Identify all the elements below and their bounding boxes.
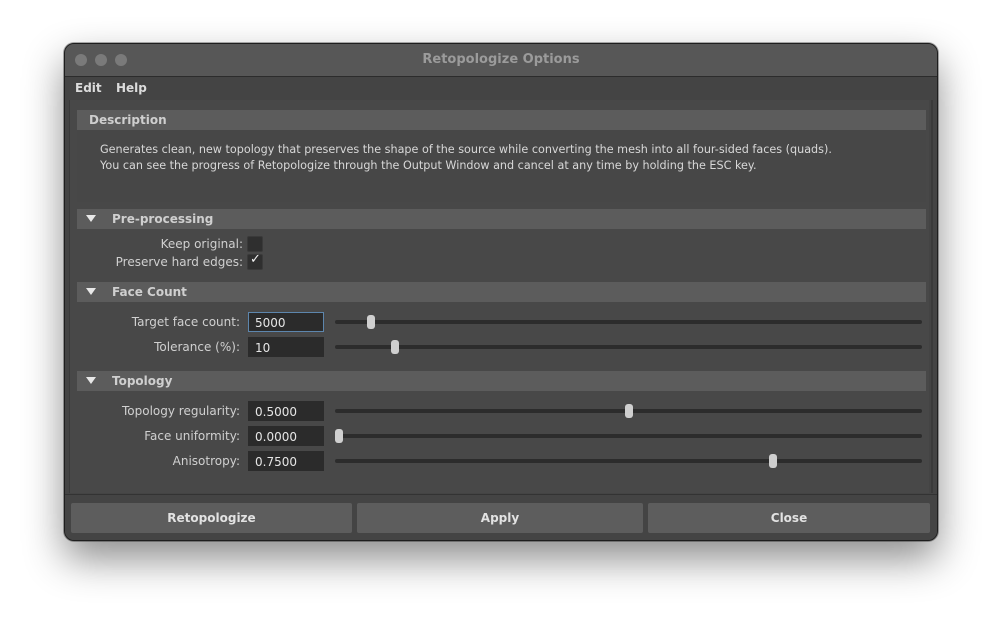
description-line-2: You can see the progress of Retopologize…: [100, 159, 757, 172]
topology-regularity-field[interactable]: 0.5000: [248, 401, 324, 421]
section-label: Face Count: [112, 285, 187, 299]
checkmark-icon: ✓: [250, 252, 261, 267]
topology-regularity-label: Topology regularity:: [121, 404, 240, 418]
close-button[interactable]: Close: [648, 503, 930, 533]
tolerance-field[interactable]: 10: [248, 337, 324, 357]
section-topology-header[interactable]: Topology: [77, 371, 926, 391]
face-uniformity-slider[interactable]: [335, 426, 922, 446]
slider-thumb[interactable]: [391, 340, 400, 354]
topology-regularity-slider[interactable]: [335, 401, 922, 421]
slider-thumb[interactable]: [769, 454, 778, 468]
slider-track: [335, 459, 922, 463]
face-uniformity-field[interactable]: 0.0000: [248, 426, 324, 446]
collapse-triangle-icon[interactable]: [86, 377, 96, 384]
slider-track: [335, 320, 922, 324]
face-uniformity-label: Face uniformity:: [144, 429, 240, 443]
options-panel: Description Generates clean, new topolog…: [69, 100, 929, 493]
section-label: Description: [89, 113, 167, 127]
collapse-triangle-icon[interactable]: [86, 215, 96, 222]
section-description-header: Description: [77, 110, 926, 130]
description-box: Generates clean, new topology that prese…: [77, 130, 926, 202]
tolerance-slider[interactable]: [335, 337, 922, 357]
apply-button[interactable]: Apply: [357, 503, 643, 533]
tolerance-label: Tolerance (%):: [154, 340, 240, 354]
anisotropy-field[interactable]: 0.7500: [248, 451, 324, 471]
section-preprocessing-header[interactable]: Pre-processing: [77, 209, 926, 229]
section-label: Pre-processing: [112, 212, 214, 226]
target-face-count-label: Target face count:: [131, 315, 240, 329]
preserve-hard-edges-label: Preserve hard edges:: [115, 255, 243, 269]
anisotropy-label: Anisotropy:: [172, 454, 240, 468]
menu-edit[interactable]: Edit: [75, 81, 102, 95]
description-line-1: Generates clean, new topology that prese…: [100, 143, 832, 156]
title-bar: Retopologize Options: [65, 44, 937, 77]
menu-help[interactable]: Help: [116, 81, 147, 95]
section-label: Topology: [112, 374, 173, 388]
slider-thumb[interactable]: [367, 315, 376, 329]
preserve-hard-edges-checkbox[interactable]: ✓: [247, 252, 263, 270]
retopologize-options-window: Retopologize Options Edit Help Descripti…: [64, 43, 938, 541]
window-title: Retopologize Options: [422, 52, 580, 67]
vertical-scrollbar[interactable]: [931, 100, 933, 493]
menu-bar: Edit Help: [65, 77, 937, 99]
retopologize-button[interactable]: Retopologize: [71, 503, 352, 533]
slider-track: [335, 345, 922, 349]
description-text: Generates clean, new topology that prese…: [100, 142, 832, 174]
slider-thumb[interactable]: [335, 429, 343, 443]
collapse-triangle-icon[interactable]: [86, 288, 96, 295]
slider-track: [335, 434, 922, 438]
slider-thumb[interactable]: [624, 404, 633, 418]
keep-original-checkbox[interactable]: [247, 236, 263, 252]
keep-original-label: Keep original:: [160, 237, 243, 251]
target-face-count-field[interactable]: 5000: [248, 312, 324, 332]
section-face-count-header[interactable]: Face Count: [77, 282, 926, 302]
anisotropy-slider[interactable]: [335, 451, 922, 471]
target-face-count-slider[interactable]: [335, 312, 922, 332]
button-bar: Retopologize Apply Close: [65, 494, 937, 540]
